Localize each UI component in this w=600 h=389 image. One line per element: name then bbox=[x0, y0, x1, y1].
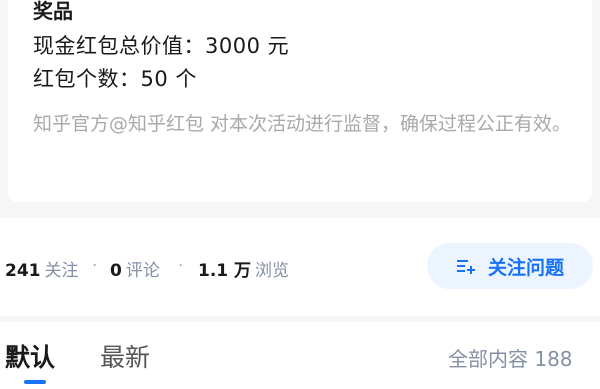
view-count: 1.1 万 bbox=[198, 261, 252, 281]
prize-count: 红包个数：50 个 bbox=[33, 67, 197, 91]
comment-count: 0 bbox=[110, 261, 122, 281]
stat-separator: · bbox=[92, 256, 98, 276]
tab-latest[interactable]: 最新 bbox=[100, 338, 150, 374]
follow-count: 241 bbox=[5, 261, 41, 281]
comment-stat[interactable]: 0 评论 bbox=[110, 256, 160, 281]
follow-question-button[interactable]: 关注问题 bbox=[427, 243, 593, 289]
prize-card: 奖品 现金红包总价值：3000 元 红包个数：50 个 知乎官方@知乎红包 对本… bbox=[8, 0, 592, 202]
follow-stat: 241 关注 bbox=[5, 256, 79, 281]
total-content-count: 全部内容 188 bbox=[448, 347, 573, 371]
prize-total-value: 现金红包总价值：3000 元 bbox=[33, 34, 290, 58]
active-tab-indicator bbox=[24, 380, 46, 384]
comment-stat-label: 评论 bbox=[125, 261, 160, 281]
follow-question-label: 关注问题 bbox=[487, 256, 564, 279]
tab-default[interactable]: 默认 bbox=[5, 338, 55, 374]
stat-separator: · bbox=[178, 256, 184, 276]
answer-tabs: 默认 最新 全部内容 188 bbox=[0, 322, 600, 389]
view-stat-label: 浏览 bbox=[255, 261, 290, 281]
view-stat: 1.1 万浏览 bbox=[198, 256, 289, 281]
question-stats-bar: 241 关注 · 0 评论 · 1.1 万浏览 关注问题 bbox=[0, 218, 600, 316]
supervision-notice: 知乎官方@知乎红包 对本次活动进行监督，确保过程公正有效。 bbox=[33, 113, 572, 135]
follow-question-icon bbox=[456, 260, 475, 274]
prize-title: 奖品 bbox=[33, 0, 73, 23]
follow-stat-label: 关注 bbox=[44, 261, 79, 281]
